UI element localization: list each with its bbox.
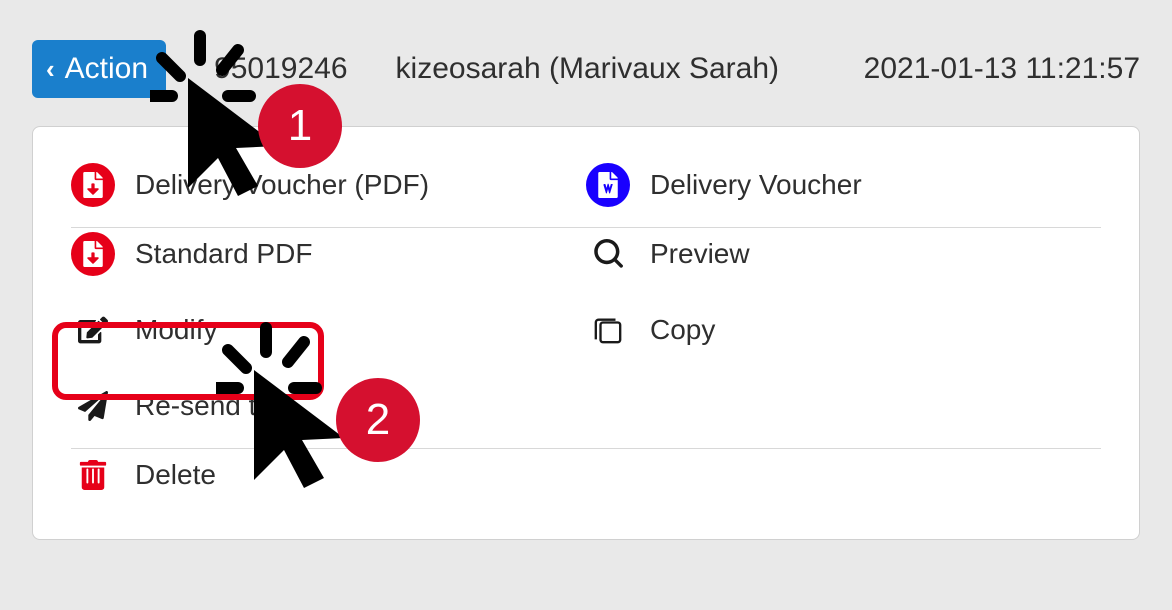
- menu-item-label: Preview: [650, 238, 750, 270]
- pdf-file-icon: [71, 232, 115, 276]
- menu-item-label: Delete: [135, 459, 216, 491]
- action-menu-panel: Delivery Voucher (PDF) Delivery Voucher …: [32, 126, 1140, 540]
- menu-item-modify[interactable]: Modify: [71, 308, 586, 352]
- record-id: 95019246: [214, 52, 347, 86]
- record-header: ‹ Action 95019246 kizeosarah (Marivaux S…: [32, 40, 1140, 126]
- trash-icon: [71, 453, 115, 497]
- record-user: kizeosarah (Marivaux Sarah): [396, 52, 816, 86]
- menu-item-label: Standard PDF: [135, 238, 312, 270]
- action-dropdown-button[interactable]: ‹ Action: [32, 40, 166, 98]
- menu-item-standard-pdf[interactable]: Standard PDF: [71, 232, 586, 276]
- menu-item-preview[interactable]: Preview: [586, 232, 1101, 276]
- menu-item-label: Delivery Voucher: [650, 169, 862, 201]
- action-button-label: Action: [65, 52, 148, 86]
- doc-file-icon: [586, 163, 630, 207]
- search-icon: [586, 232, 630, 276]
- menu-item-copy[interactable]: Copy: [586, 308, 1101, 352]
- pdf-file-icon: [71, 163, 115, 207]
- menu-item-label: Delivery Voucher (PDF): [135, 169, 429, 201]
- edit-icon: [71, 308, 115, 352]
- menu-item-label: Modify: [135, 314, 217, 346]
- menu-item-delivery-voucher-pdf[interactable]: Delivery Voucher (PDF): [71, 163, 586, 207]
- send-icon: [71, 384, 115, 428]
- menu-item-resend[interactable]: Re-send the: [71, 384, 586, 428]
- copy-icon: [586, 308, 630, 352]
- menu-item-label: Copy: [650, 314, 715, 346]
- chevron-left-icon: ‹: [46, 54, 55, 85]
- menu-item-delivery-voucher[interactable]: Delivery Voucher: [586, 163, 1101, 207]
- record-timestamp: 2021-01-13 11:21:57: [864, 52, 1140, 86]
- menu-item-delete[interactable]: Delete: [71, 453, 586, 497]
- menu-item-label: Re-send the: [135, 390, 288, 422]
